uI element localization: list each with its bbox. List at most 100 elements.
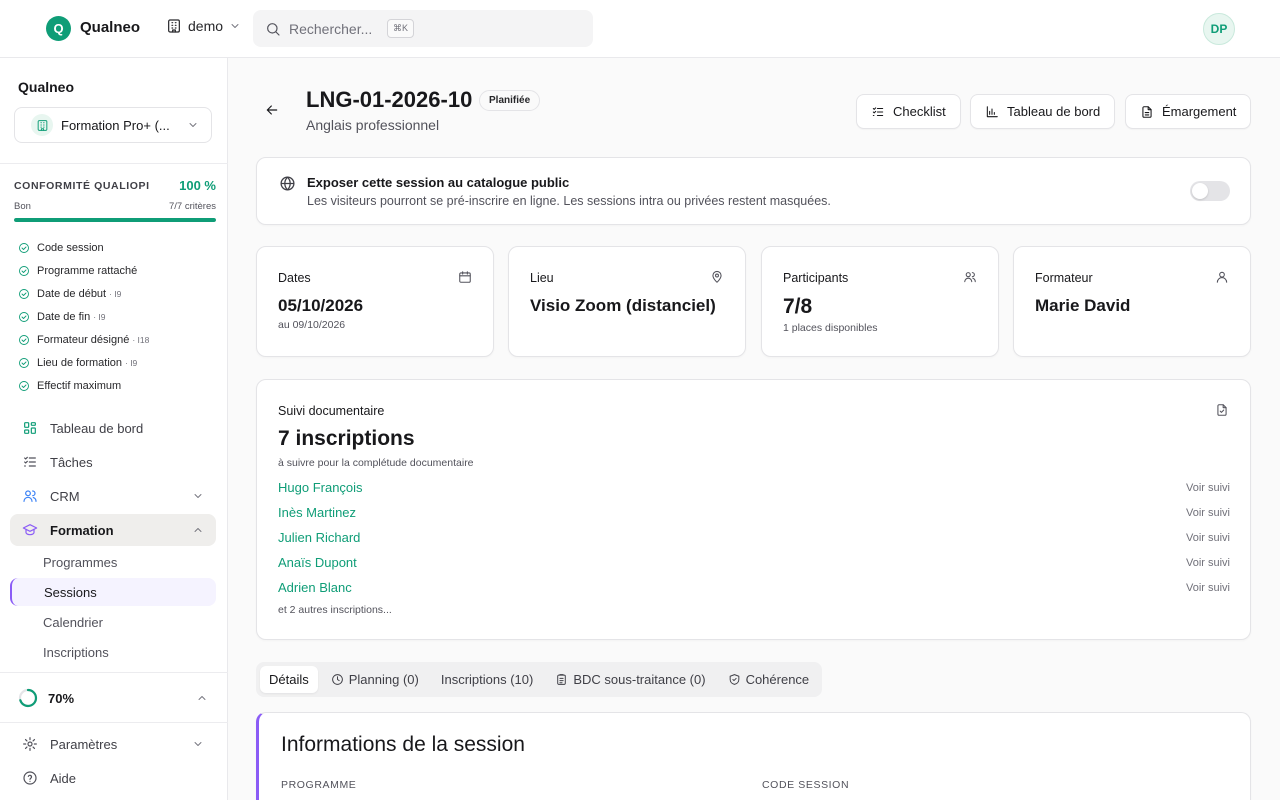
qualiopi-progress-bar (14, 218, 216, 222)
view-tracking-link[interactable]: Voir suivi (1186, 582, 1230, 594)
graduation-cap-icon (22, 522, 38, 538)
qualiopi-check-item: Effectif maximum (18, 374, 149, 397)
search-bar[interactable]: ⌘K (253, 10, 593, 47)
main-content: LNG-01-2026-10 Planifiée Anglais profess… (228, 58, 1280, 800)
search-input[interactable] (289, 20, 379, 37)
help-icon (22, 770, 38, 786)
qualiopi-check-label: Lieu de formation (37, 356, 122, 369)
org-switcher[interactable]: demo (166, 18, 241, 34)
checklist-button[interactable]: Checklist (856, 94, 961, 129)
chevron-down-icon (229, 20, 241, 32)
page-subtitle: Anglais professionnel (306, 117, 440, 133)
nav-crm[interactable]: CRM (10, 480, 216, 512)
inscription-name-link[interactable]: Julien Richard (278, 530, 360, 545)
qualiopi-level: Bon (14, 201, 31, 212)
subnav-programmes[interactable]: Programmes (10, 548, 216, 576)
location-value: Visio Zoom (distanciel) (530, 296, 716, 315)
toggle-knob (1192, 183, 1208, 199)
check-circle-icon (18, 334, 30, 346)
task-list-icon (22, 454, 38, 470)
divider (0, 163, 228, 164)
field-programme-label: PROGRAMME (281, 779, 357, 791)
subnav-sessions[interactable]: Sessions (10, 578, 216, 606)
clipboard-icon (555, 673, 568, 686)
nav-tasks[interactable]: Tâches (10, 446, 216, 478)
qualiopi-check-ref: · I9 (93, 311, 106, 322)
emargement-button[interactable]: Émargement (1125, 94, 1252, 129)
organization-select[interactable]: Formation Pro+ (... (14, 107, 212, 143)
qualiopi-check-item: Formateur désigné · I18 (18, 328, 149, 351)
trainer-value: Marie David (1035, 296, 1131, 315)
nav-dashboard-label: Tableau de bord (50, 420, 144, 436)
calendar-icon (458, 270, 472, 284)
org-switcher-label: demo (188, 18, 224, 34)
inscription-name-link[interactable]: Inès Martinez (278, 505, 356, 520)
more-inscriptions: et 2 autres inscriptions... (278, 604, 392, 616)
chevron-up-icon (192, 524, 204, 536)
check-circle-icon (18, 380, 30, 392)
chevron-up-icon (196, 692, 208, 704)
trainer-card: Formateur Marie David (1013, 246, 1251, 357)
qualiopi-check-ref: · I9 (125, 357, 138, 368)
view-tracking-link[interactable]: Voir suivi (1186, 532, 1230, 544)
tab-inscriptions[interactable]: Inscriptions (10) (432, 666, 542, 693)
inscription-name-link[interactable]: Adrien Blanc (278, 580, 352, 595)
public-catalog-toggle[interactable] (1190, 181, 1230, 201)
brand-name[interactable]: Qualneo (80, 19, 140, 36)
building-icon (166, 18, 182, 34)
document-tracking-hint: à suivre pour la complétude documentaire (278, 457, 474, 469)
emargement-button-label: Émargement (1162, 104, 1237, 119)
tab-details[interactable]: Détails (260, 666, 318, 693)
user-avatar[interactable]: DP (1203, 13, 1235, 45)
participants-available: 1 places disponibles (783, 322, 878, 334)
location-card: Lieu Visio Zoom (distanciel) (508, 246, 746, 357)
sidebar-title: Qualneo (18, 79, 75, 95)
logo-icon[interactable]: Q (46, 16, 71, 41)
inscription-row: Adrien Blanc Voir suivi (278, 580, 1230, 595)
trainer-label: Formateur (1035, 271, 1093, 285)
qualiopi-check-label: Date de début (37, 287, 107, 300)
dates-card: Dates 05/10/2026 au 09/10/2026 (256, 246, 494, 357)
nav-formation[interactable]: Formation (10, 514, 216, 546)
nav-dashboard[interactable]: Tableau de bord (10, 412, 216, 444)
inscription-name-link[interactable]: Hugo François (278, 480, 363, 495)
qualiopi-checklist: Code session Programme rattaché Date de dé… (18, 236, 149, 397)
nav-help[interactable]: Aide (10, 762, 216, 794)
dashboard-button[interactable]: Tableau de bord (970, 94, 1116, 129)
qualiopi-percent: 100 % (179, 178, 216, 193)
public-catalog-title: Exposer cette session au catalogue publi… (307, 175, 570, 190)
tab-planning-label: Planning (0) (348, 672, 419, 687)
file-check-icon (1215, 403, 1229, 417)
inscription-row: Hugo François Voir suivi (278, 480, 1230, 495)
status-badge: Planifiée (479, 90, 541, 111)
participants-value: 7/8 (783, 295, 813, 318)
tab-inscriptions-label: Inscriptions (10) (440, 672, 534, 687)
view-tracking-link[interactable]: Voir suivi (1186, 482, 1230, 494)
onboarding-progress[interactable]: 70% (18, 686, 216, 710)
search-icon (265, 21, 281, 37)
nav-settings[interactable]: Paramètres (10, 728, 216, 760)
back-arrow-icon[interactable] (264, 102, 280, 118)
participants-card: Participants 7/8 1 places disponibles (761, 246, 999, 357)
check-circle-icon (18, 357, 30, 369)
map-pin-icon (710, 270, 724, 284)
qualiopi-progress-fill (14, 218, 216, 222)
inscription-name-link[interactable]: Anaïs Dupont (278, 555, 357, 570)
building-icon (31, 114, 53, 136)
qualiopi-compliance[interactable]: CONFORMITÉ QUALIOPI 100 % Bon 7/7 critèr… (14, 178, 216, 222)
view-tracking-link[interactable]: Voir suivi (1186, 557, 1230, 569)
subnav-inscriptions[interactable]: Inscriptions (10, 638, 216, 666)
bar-chart-icon (985, 105, 999, 119)
public-catalog-description: Les visiteurs pourront se pré-inscrire e… (307, 194, 831, 208)
checklist-icon (871, 105, 885, 119)
nav-crm-label: CRM (50, 488, 80, 504)
page-title: LNG-01-2026-10 (306, 87, 473, 112)
subnav-calendar[interactable]: Calendrier (10, 608, 216, 636)
qualiopi-criteria: 7/7 critères (169, 201, 216, 212)
tab-coherence[interactable]: Cohérence (719, 666, 819, 693)
view-tracking-link[interactable]: Voir suivi (1186, 507, 1230, 519)
tab-planning[interactable]: Planning (0) (322, 666, 428, 693)
nav-help-label: Aide (50, 770, 77, 786)
qualiopi-check-ref: · I18 (132, 334, 150, 345)
tab-bdc[interactable]: BDC sous-traitance (0) (546, 666, 714, 693)
